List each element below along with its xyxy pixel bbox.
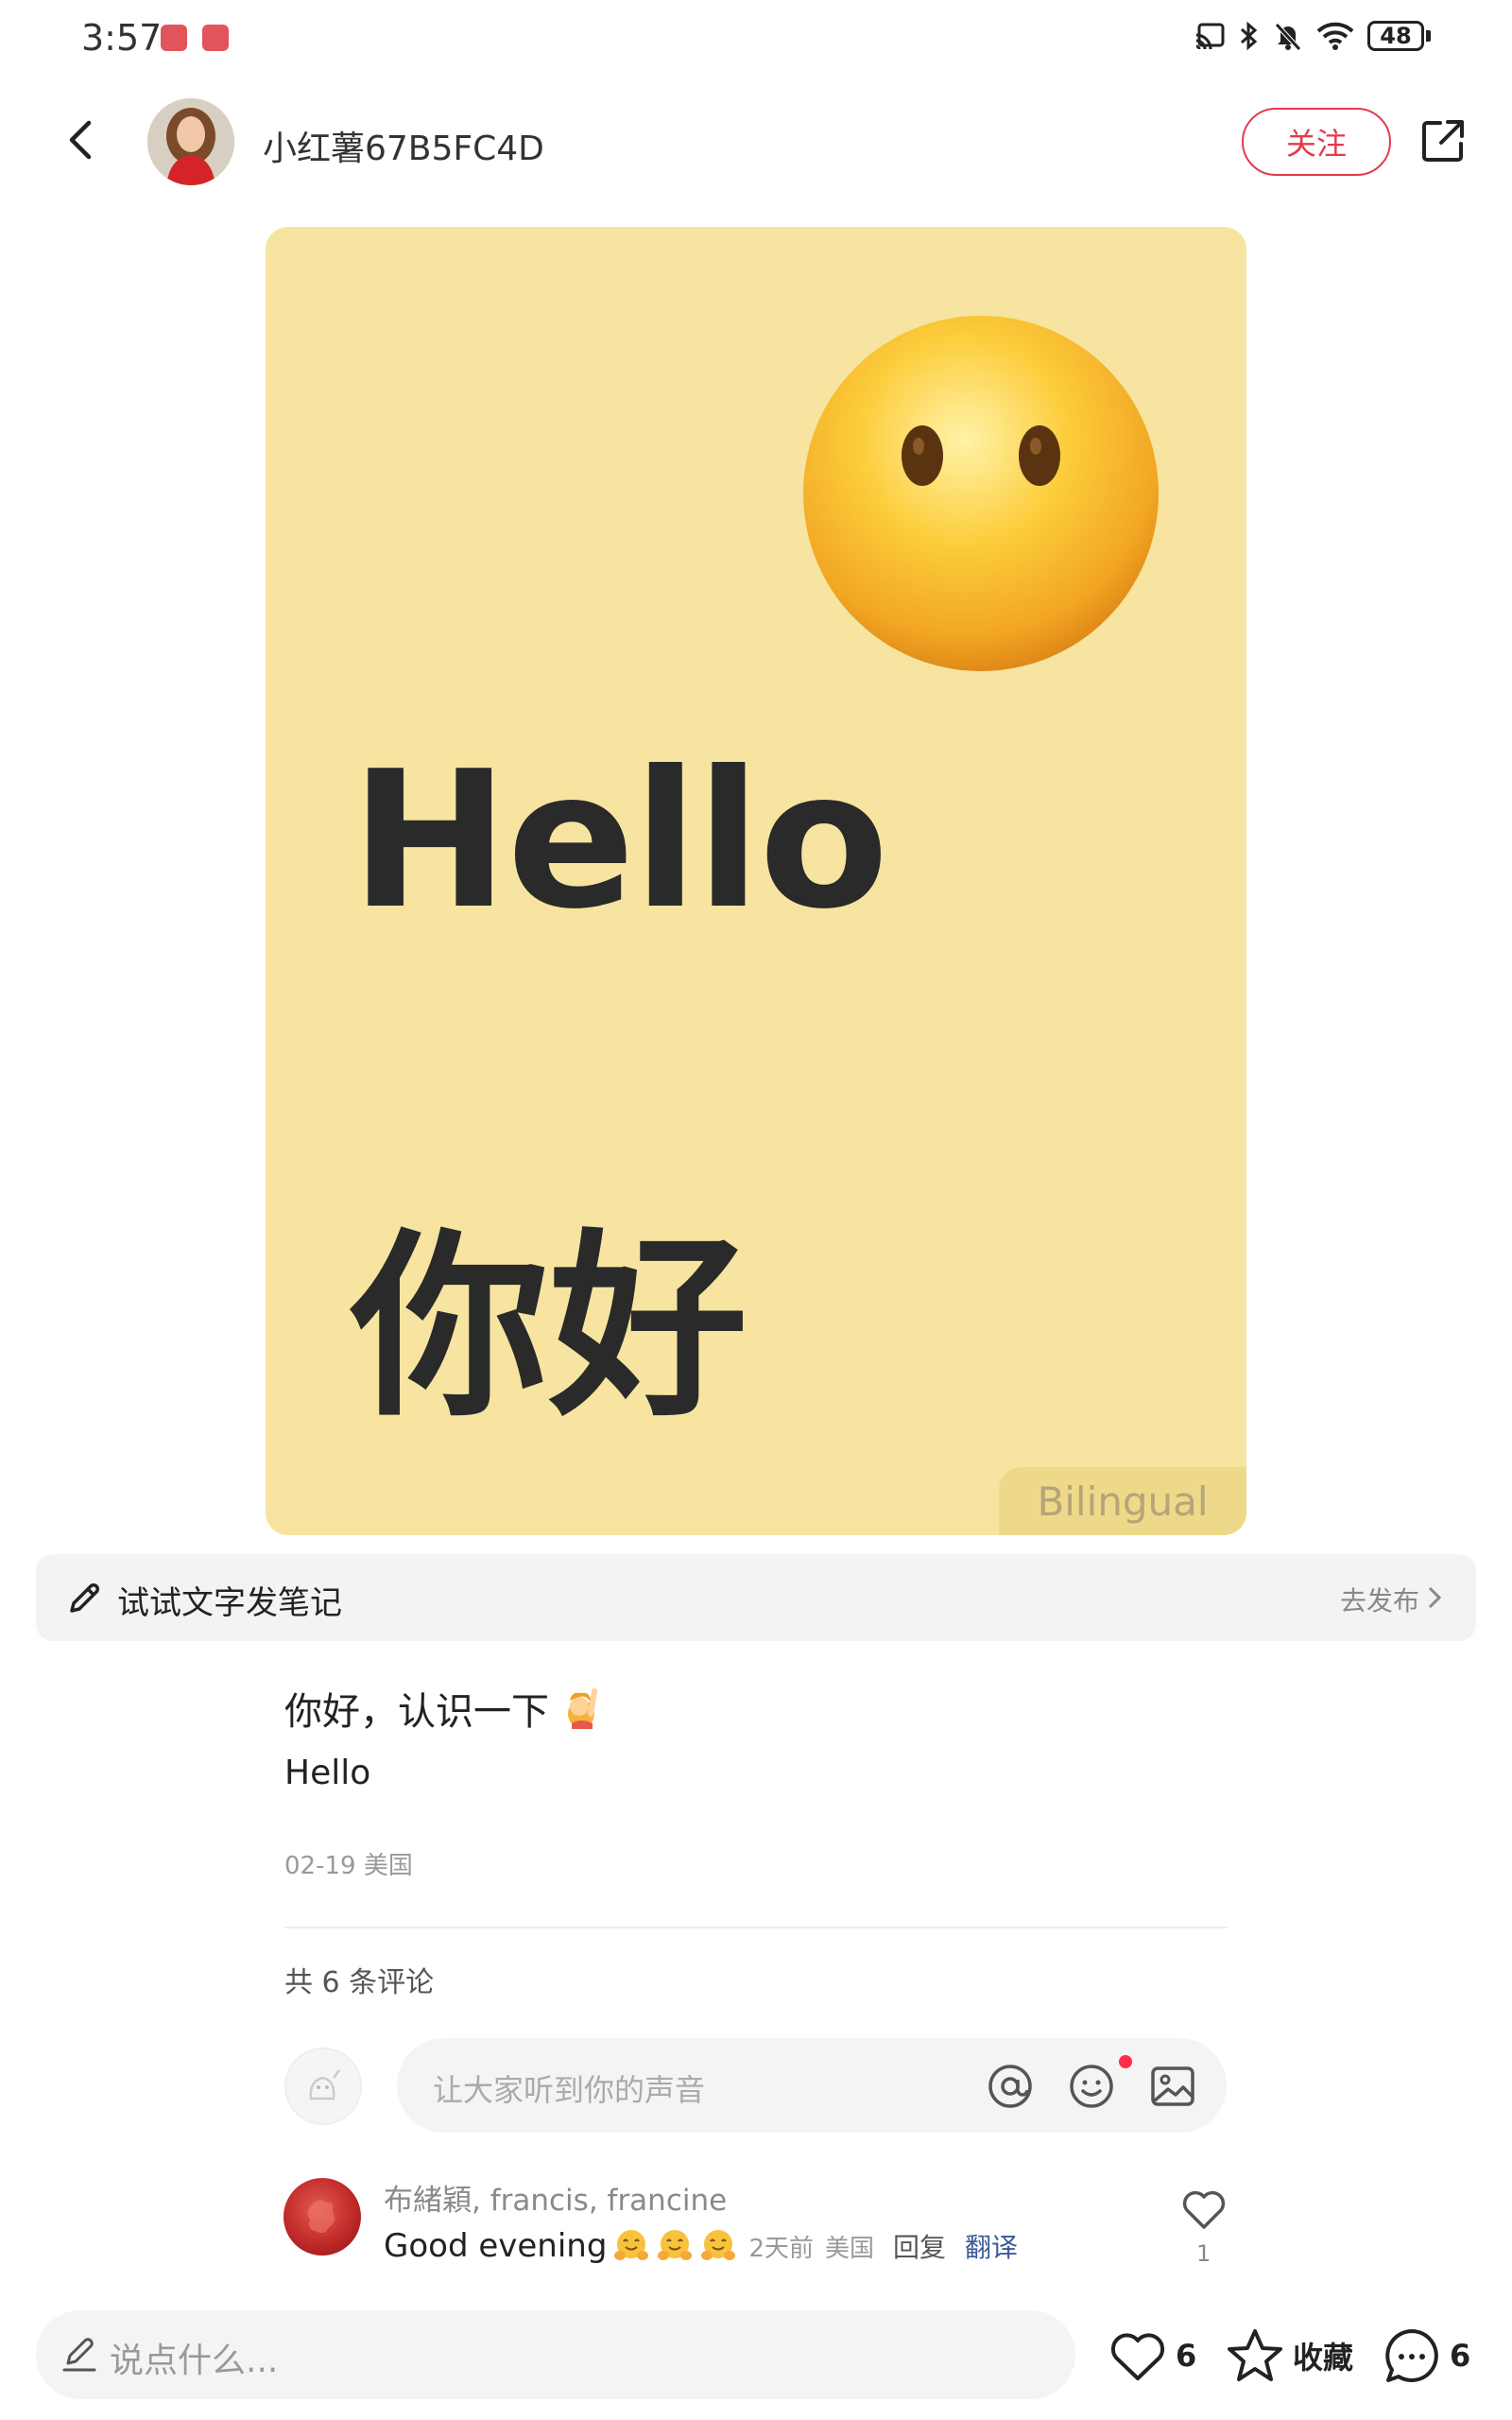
- comment-text-row: Good evening 2天前 美国 回复 翻译: [384, 2227, 1018, 2265]
- author-avatar[interactable]: [147, 98, 234, 185]
- post-title: 你好，认识一下: [284, 1681, 604, 1736]
- nihao-text: 你好: [351, 1212, 748, 1443]
- comment-button[interactable]: 6: [1382, 2318, 1470, 2394]
- battery-level: 48: [1380, 23, 1412, 49]
- bottom-comment-input[interactable]: 说点什么...: [36, 2310, 1075, 2399]
- comment-like-count: 1: [1196, 2240, 1211, 2267]
- image-icon[interactable]: [1147, 2061, 1198, 2112]
- try-note-label: 试试文字发笔记: [117, 1584, 342, 1622]
- post-meta: 02-19 美国: [284, 1852, 413, 1880]
- battery-icon: 48: [1367, 21, 1431, 51]
- pen-icon: [62, 2338, 96, 2372]
- bluetooth-icon: [1240, 21, 1258, 51]
- wifi-icon: [1316, 22, 1354, 50]
- collect-button[interactable]: 收藏: [1225, 2318, 1353, 2394]
- comment-bubble-icon: [1385, 2329, 1438, 2382]
- bottom-placeholder: 说点什么...: [110, 2342, 279, 2380]
- post-body: Hello: [284, 1754, 371, 1792]
- hug-icon: [614, 2230, 649, 2260]
- post-image[interactable]: Hello 你好 Bilingual: [266, 227, 1246, 1535]
- my-avatar: [284, 2048, 362, 2125]
- star-icon: [1228, 2329, 1282, 2381]
- divider: [284, 1927, 1228, 1928]
- mute-icon: [1275, 23, 1301, 51]
- cast-icon: [1195, 23, 1225, 50]
- comment-placeholder: 让大家听到你的声音: [433, 2072, 706, 2108]
- at-icon[interactable]: [985, 2061, 1036, 2112]
- like-button[interactable]: 6: [1108, 2318, 1196, 2394]
- app-notification-icon: [202, 25, 229, 51]
- comment-time: 2天前: [748, 2234, 814, 2263]
- post-title-text: 你好，认识一下: [284, 1690, 549, 1734]
- emoji-icon[interactable]: [1066, 2061, 1117, 2112]
- share-icon[interactable]: [1418, 115, 1469, 166]
- collect-label: 收藏: [1293, 2340, 1354, 2376]
- app-notification-icon: [161, 25, 187, 51]
- face-without-mouth-icon: [803, 316, 1159, 671]
- chevron-right-icon: [1428, 1586, 1442, 1609]
- status-icons: 48: [1194, 21, 1431, 51]
- like-count: 6: [1176, 2338, 1197, 2374]
- comment-input[interactable]: 让大家听到你的声音: [397, 2038, 1227, 2133]
- raising-hand-icon: [568, 1688, 597, 1729]
- try-text-note-bar[interactable]: 试试文字发笔记 去发布: [36, 1554, 1476, 1641]
- hug-icon: [658, 2230, 693, 2260]
- hug-icon: [701, 2230, 736, 2260]
- status-time: 3:57: [81, 17, 163, 59]
- comment-author[interactable]: 布緒穎, francis, francine: [384, 2176, 727, 2219]
- comment-location: 美国: [824, 2234, 874, 2263]
- status-bar: 3:57 48: [0, 0, 1512, 76]
- heart-icon: [1110, 2333, 1165, 2380]
- pencil-icon: [70, 1583, 99, 1613]
- comment-text: Good evening: [384, 2227, 608, 2265]
- translate-button[interactable]: 翻译: [965, 2227, 1018, 2265]
- comment-count: 共 6 条评论: [284, 1966, 435, 1999]
- hello-text: Hello: [351, 731, 889, 951]
- commenter-avatar[interactable]: [284, 2178, 361, 2256]
- follow-button[interactable]: 关注: [1242, 108, 1391, 176]
- reply-button[interactable]: 回复: [893, 2227, 946, 2265]
- note-header: 小红薯67B5FC4D 关注: [0, 85, 1512, 199]
- comment-like-icon[interactable]: [1179, 2186, 1228, 2231]
- bilingual-tag: Bilingual: [999, 1467, 1246, 1535]
- back-icon[interactable]: [57, 113, 110, 166]
- notification-dot: [1119, 2055, 1132, 2068]
- comment-count-bottom: 6: [1450, 2338, 1471, 2374]
- author-username[interactable]: 小红薯67B5FC4D: [263, 121, 544, 170]
- publish-link[interactable]: 去发布: [1340, 1581, 1419, 1618]
